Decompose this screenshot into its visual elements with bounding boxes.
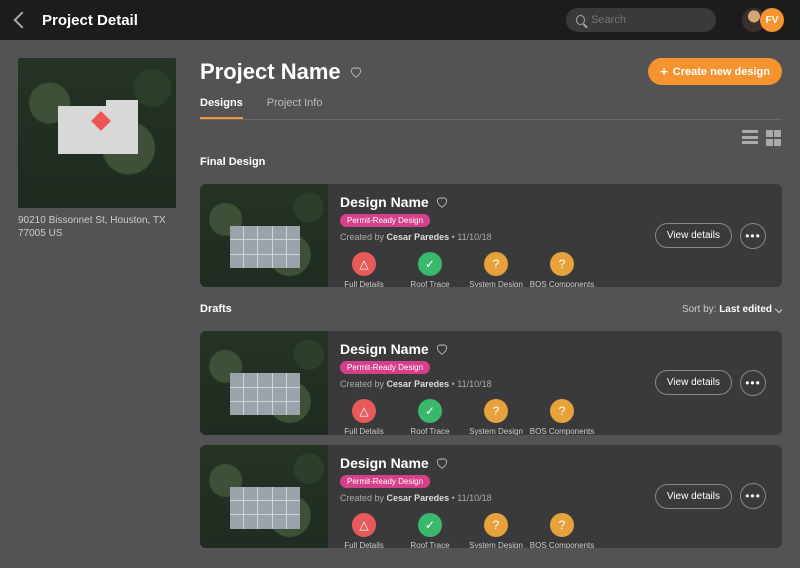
favorite-icon[interactable] (349, 65, 363, 79)
question-icon: ? (550, 252, 574, 276)
design-meta: Created by Cesar Paredes • 11/10/18 (340, 493, 655, 503)
status-bos-components[interactable]: ?BOS Components (538, 252, 586, 287)
favorite-icon[interactable] (435, 456, 449, 470)
design-meta: Created by Cesar Paredes • 11/10/18 (340, 232, 655, 242)
create-design-label: Create new design (673, 66, 770, 78)
check-icon: ✓ (418, 252, 442, 276)
check-icon: ✓ (418, 513, 442, 537)
question-icon: ? (484, 513, 508, 537)
search-box[interactable] (566, 8, 716, 32)
check-icon: ✓ (418, 399, 442, 423)
alert-icon: △ (352, 399, 376, 423)
favorite-icon[interactable] (435, 342, 449, 356)
status-full-details[interactable]: △Full Details (340, 513, 388, 548)
tab-designs[interactable]: Designs (200, 97, 243, 119)
design-thumbnail[interactable] (200, 331, 328, 434)
status-roof-trace[interactable]: ✓Roof Trace (406, 513, 454, 548)
view-grid-icon[interactable] (766, 130, 782, 146)
project-name-text: Project Name (200, 59, 341, 85)
design-badge: Permit-Ready Design (340, 361, 430, 374)
view-details-button[interactable]: View details (655, 484, 732, 509)
tabs: Designs Project Info (200, 97, 782, 120)
chevron-down-icon (775, 305, 782, 313)
question-icon: ? (484, 399, 508, 423)
view-details-button[interactable]: View details (655, 370, 732, 395)
view-details-button[interactable]: View details (655, 223, 732, 248)
plus-icon: + (660, 65, 668, 78)
status-roof-trace[interactable]: ✓Roof Trace (406, 252, 454, 287)
design-title: Design Name (340, 455, 429, 471)
alert-icon: △ (352, 513, 376, 537)
back-button[interactable] (14, 12, 31, 29)
avatar-initials: FV (760, 8, 784, 32)
topbar: Project Detail FV (0, 0, 800, 40)
user-menu[interactable]: FV (742, 8, 784, 32)
project-name: Project Name (200, 59, 363, 85)
status-system-design[interactable]: ?System Design (472, 513, 520, 548)
section-final-title: Final Design (200, 156, 265, 168)
section-drafts-title: Drafts (200, 303, 232, 315)
status-full-details[interactable]: △Full Details (340, 252, 388, 287)
more-button[interactable]: ••• (740, 370, 766, 396)
project-address: 90210 Bissonnet St, Houston, TX 77005 US (18, 214, 176, 240)
more-button[interactable]: ••• (740, 223, 766, 249)
question-icon: ? (484, 252, 508, 276)
status-roof-trace[interactable]: ✓Roof Trace (406, 399, 454, 434)
project-thumbnail[interactable] (18, 58, 176, 208)
design-card: Design Name Permit-Ready Design Created … (200, 331, 782, 434)
project-sidebar: 90210 Bissonnet St, Houston, TX 77005 US (18, 58, 176, 568)
search-input[interactable] (591, 14, 706, 26)
view-list-icon[interactable] (742, 130, 758, 146)
question-icon: ? (550, 399, 574, 423)
design-thumbnail[interactable] (200, 184, 328, 287)
design-thumbnail[interactable] (200, 445, 328, 548)
more-button[interactable]: ••• (740, 483, 766, 509)
status-bos-components[interactable]: ?BOS Components (538, 399, 586, 434)
design-meta: Created by Cesar Paredes • 11/10/18 (340, 379, 655, 389)
status-bos-components[interactable]: ?BOS Components (538, 513, 586, 548)
design-badge: Permit-Ready Design (340, 475, 430, 488)
design-card: Design Name Permit-Ready Design Created … (200, 445, 782, 548)
status-full-details[interactable]: △Full Details (340, 399, 388, 434)
design-badge: Permit-Ready Design (340, 214, 430, 227)
status-system-design[interactable]: ?System Design (472, 252, 520, 287)
search-icon (576, 15, 585, 25)
alert-icon: △ (352, 252, 376, 276)
question-icon: ? (550, 513, 574, 537)
design-title: Design Name (340, 341, 429, 357)
status-system-design[interactable]: ?System Design (472, 399, 520, 434)
page-title: Project Detail (42, 12, 138, 29)
sort-dropdown[interactable]: Sort by: Last edited (682, 304, 782, 315)
favorite-icon[interactable] (435, 195, 449, 209)
create-design-button[interactable]: + Create new design (648, 58, 782, 85)
design-title: Design Name (340, 194, 429, 210)
tab-project-info[interactable]: Project Info (267, 97, 323, 119)
design-card: Design Name Permit-Ready Design Created … (200, 184, 782, 287)
